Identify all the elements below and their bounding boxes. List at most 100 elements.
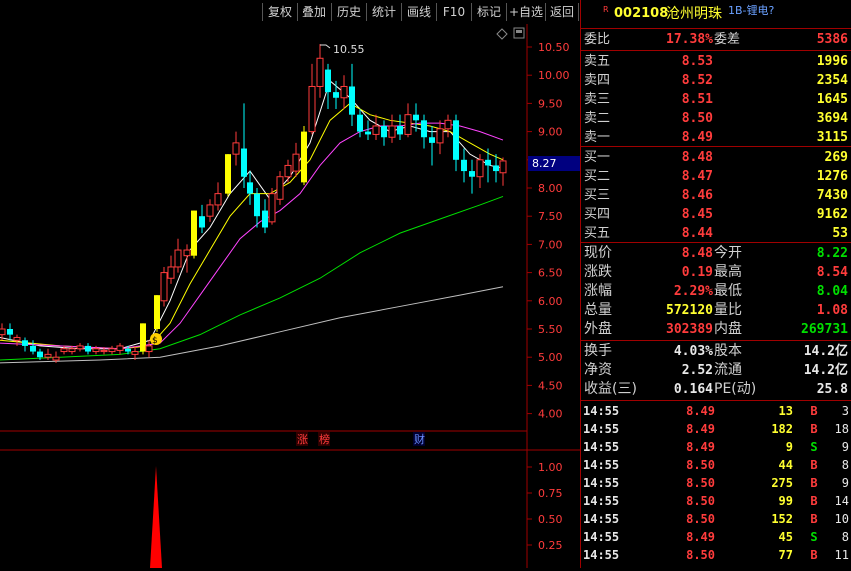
tick-direction: B	[810, 476, 818, 490]
bid-volume: 7430	[816, 188, 848, 203]
candle-body	[125, 348, 131, 352]
bid-label: 买二	[584, 169, 611, 184]
ask-label: 卖一	[584, 130, 611, 145]
tick-count: 18	[834, 422, 849, 436]
wei-bi-label: 委比	[584, 32, 611, 47]
wei-cha-value: 5386	[816, 32, 848, 47]
tick-count: 14	[834, 494, 849, 508]
finance-row: 换手 4.03% 股本 14.2亿	[581, 342, 851, 361]
candle-body	[254, 193, 260, 217]
candle-body	[381, 125, 387, 138]
history-button[interactable]: 历史	[332, 3, 367, 21]
ma10-line	[0, 102, 504, 350]
ask-volume: 1645	[816, 92, 848, 107]
finance-row: 净资 2.52 流通 14.2亿	[581, 361, 851, 380]
candle-body	[268, 193, 276, 223]
finance-label: 收益(三)	[584, 381, 637, 397]
price-axis-label: 5.00	[538, 351, 563, 364]
candle-body	[499, 160, 507, 174]
stat-row: 涨跌 0.19 最高 8.54	[581, 263, 851, 282]
chart-toolbar: 复权 叠加 历史 统计 画线 F10 标记 +自选 返回	[0, 0, 580, 24]
candle-body	[85, 345, 91, 352]
ask-label: 卖三	[584, 92, 611, 107]
candle-body	[461, 159, 467, 172]
ask-label: 卖二	[584, 111, 611, 126]
f10-button[interactable]: F10	[437, 3, 472, 21]
event-tag-limit-up[interactable]: 涨	[297, 433, 308, 446]
ask-volume: 3694	[816, 111, 848, 126]
stat-label: 现价	[584, 245, 612, 261]
statistics-button[interactable]: 统计	[367, 3, 402, 21]
candle-body	[131, 351, 139, 355]
peak-marker-line	[320, 44, 331, 49]
candle-body	[308, 85, 316, 133]
back-button[interactable]: 返回	[546, 3, 579, 21]
candle-body	[13, 336, 21, 341]
tick-price: 8.49	[686, 440, 715, 454]
bid-row: 买三 8.46 7430	[581, 186, 851, 205]
tick-price: 8.50	[686, 512, 715, 526]
price-axis-label: 10.50	[538, 41, 570, 54]
tick-volume: 275	[771, 476, 793, 490]
candle-body	[199, 216, 205, 228]
tick-time: 14:55	[583, 458, 620, 472]
tick-volume: 44	[778, 458, 793, 472]
finance-label: 流通	[714, 362, 742, 378]
bid-price: 8.45	[681, 207, 713, 222]
price-axis-label: 9.50	[538, 97, 563, 110]
stat-value: 8.22	[816, 246, 848, 261]
bid-price: 8.48	[681, 150, 713, 165]
diamond-icon[interactable]	[496, 28, 508, 40]
ask-label: 卖四	[584, 73, 611, 88]
money-bag-glyph: $	[152, 336, 158, 346]
tick-price: 8.50	[686, 548, 715, 562]
price-axis-label: 7.00	[538, 238, 563, 251]
sector-label[interactable]: 1B-锂电?	[728, 0, 774, 22]
tick-row: 14:55 8.50 152 B 10	[581, 510, 851, 528]
kline-chart[interactable]: 10.5010.009.509.008.508.007.507.006.506.…	[0, 24, 580, 568]
stat-value: 8.54	[816, 265, 848, 280]
tick-direction: B	[810, 512, 818, 526]
ask-price: 8.49	[681, 130, 713, 145]
divider	[581, 50, 851, 51]
tick-time: 14:55	[583, 512, 620, 526]
bid-row: 买一 8.48 269	[581, 148, 851, 167]
candle-body	[100, 349, 108, 353]
add-watchlist-button[interactable]: +自选	[507, 3, 546, 21]
tick-row: 14:55 8.50 275 B 9	[581, 474, 851, 492]
kline-chart-svg: 10.5010.009.509.008.508.007.507.006.506.…	[0, 24, 580, 568]
stat-row: 现价 8.48 今开 8.22	[581, 244, 851, 263]
candle-body	[340, 85, 348, 99]
overlay-button[interactable]: 叠加	[297, 3, 332, 21]
tick-direction: B	[810, 404, 818, 418]
tick-count: 3	[841, 404, 849, 418]
bid-volume: 53	[832, 226, 848, 241]
candle-body	[108, 348, 116, 353]
bid-price: 8.47	[681, 169, 713, 184]
tick-count: 9	[841, 440, 849, 454]
candle-body	[183, 249, 191, 257]
tick-time: 14:55	[583, 476, 620, 490]
bid-row: 买四 8.45 9162	[581, 205, 851, 224]
tick-row: 14:55 8.49 13 B 3	[581, 402, 851, 420]
tick-price: 8.50	[686, 458, 715, 472]
finance-label: 净资	[584, 362, 612, 378]
tick-row: 14:55 8.49 9 S 9	[581, 438, 851, 456]
mark-button[interactable]: 标记	[472, 3, 507, 21]
candle-body	[357, 114, 363, 132]
tick-direction: S	[810, 440, 818, 454]
tick-direction: B	[810, 422, 818, 436]
tick-price: 8.49	[686, 530, 715, 544]
candle-body	[453, 120, 459, 160]
event-tag-finance[interactable]: 财	[414, 432, 425, 446]
restore-rights-button[interactable]: 复权	[262, 3, 298, 21]
bid-label: 买四	[584, 207, 611, 222]
draw-line-button[interactable]: 画线	[402, 3, 437, 21]
candle-body	[44, 353, 52, 358]
event-tag-ranking[interactable]: 榜	[319, 432, 330, 446]
candle-body	[284, 164, 292, 178]
divider	[581, 28, 851, 29]
stat-label: 涨幅	[584, 283, 612, 299]
candle-body	[493, 165, 499, 172]
tick-time: 14:55	[583, 440, 620, 454]
